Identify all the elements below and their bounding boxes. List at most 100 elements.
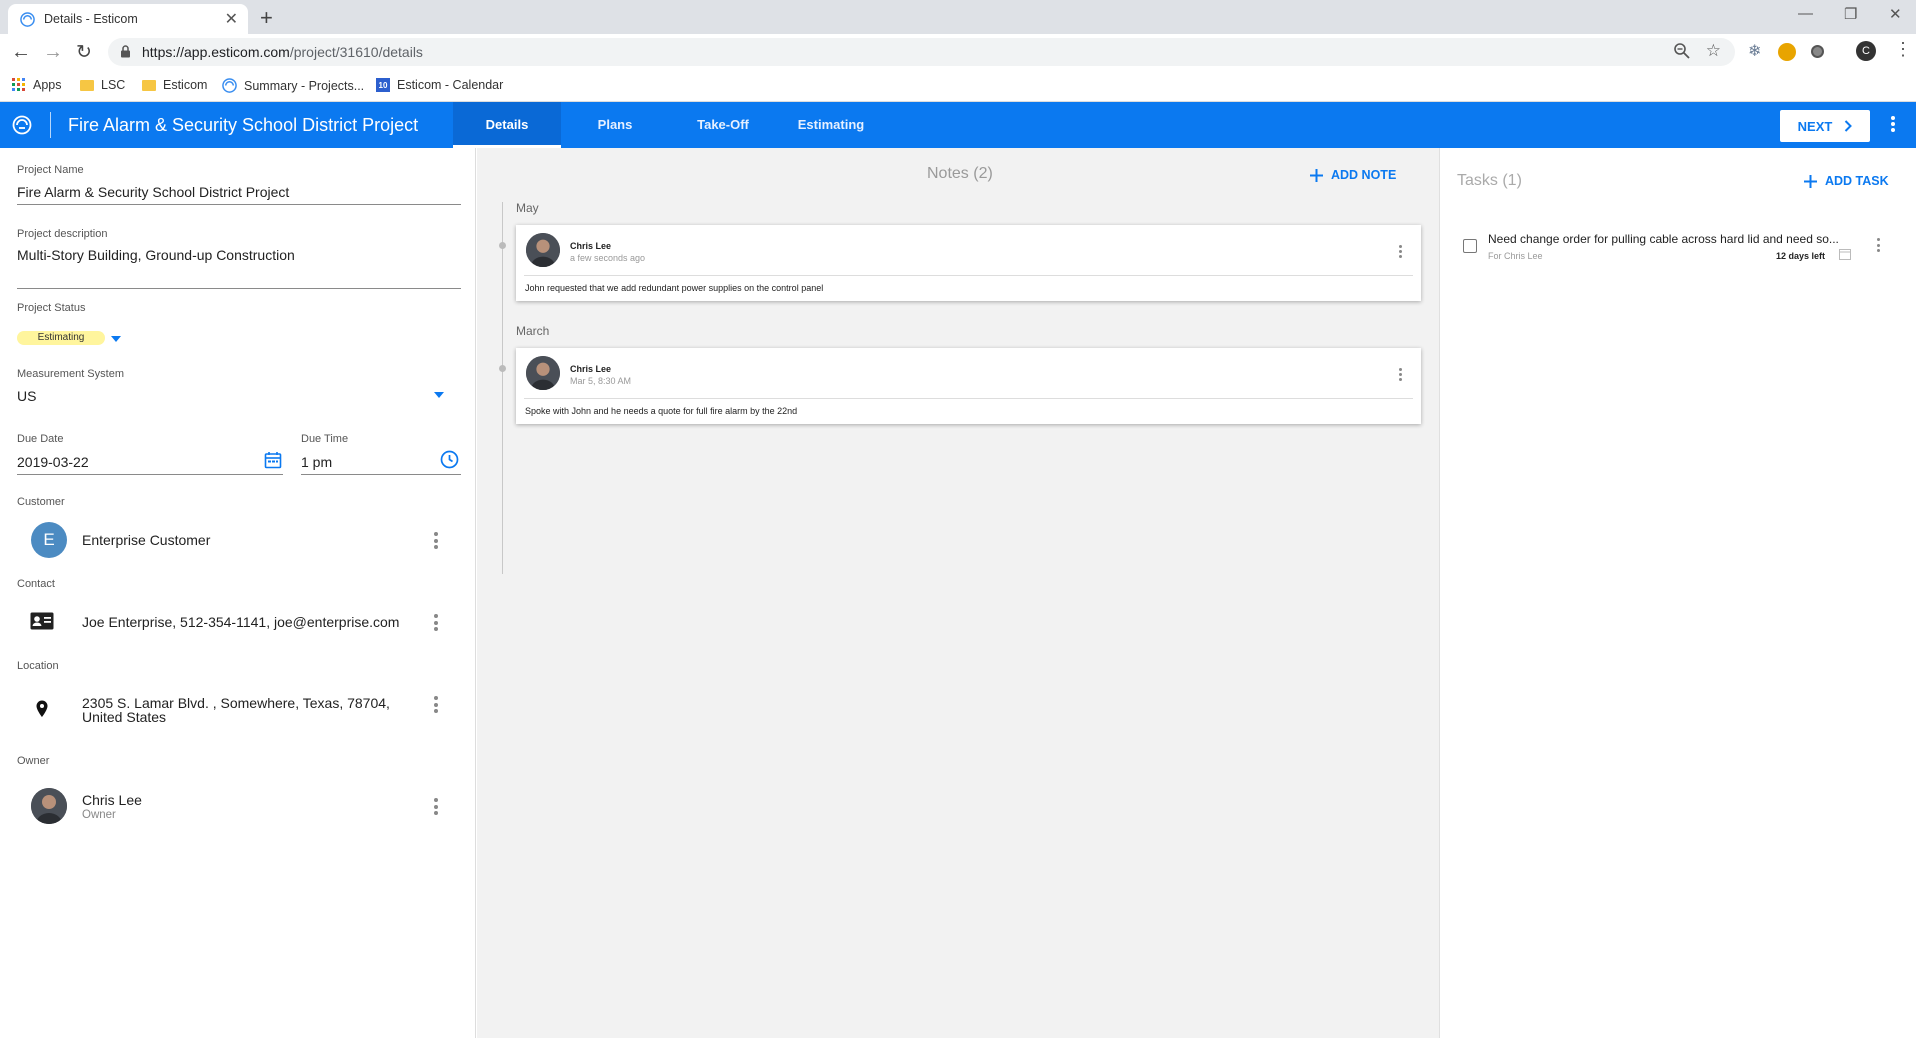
bookmark-summary-projects[interactable]: Summary - Projects... bbox=[222, 78, 364, 93]
status-badge[interactable]: Estimating bbox=[17, 331, 105, 345]
reload-icon[interactable]: ↻ bbox=[76, 41, 92, 64]
location-more-icon[interactable] bbox=[434, 696, 438, 716]
add-note-button[interactable]: ADD NOTE bbox=[1310, 168, 1396, 182]
measurement-system-label: Measurement System bbox=[17, 368, 124, 380]
esticom-icon bbox=[222, 78, 237, 93]
back-arrow-icon[interactable]: ← bbox=[11, 41, 31, 64]
url-text: https://app.esticom.com/project/31610/de… bbox=[142, 44, 423, 60]
project-name-label: Project Name bbox=[17, 164, 84, 176]
tab-details[interactable]: Details bbox=[453, 102, 561, 148]
honey-extension-icon[interactable] bbox=[1778, 43, 1796, 61]
lock-icon bbox=[121, 45, 130, 58]
note-author-avatar bbox=[526, 356, 560, 390]
esticom-logo-icon[interactable] bbox=[12, 115, 32, 135]
profile-avatar[interactable]: C bbox=[1856, 41, 1876, 61]
contact-details[interactable]: Joe Enterprise, 512-354-1141, joe@enterp… bbox=[82, 614, 399, 630]
owner-name[interactable]: Chris Lee bbox=[82, 792, 142, 808]
snowflake-extension-icon[interactable]: ❄ bbox=[1748, 41, 1761, 61]
owner-role: Owner bbox=[82, 809, 116, 821]
tab-take-off[interactable]: Take-Off bbox=[669, 102, 777, 148]
next-button[interactable]: NEXT bbox=[1780, 110, 1870, 142]
bookmark-esticom[interactable]: Esticom bbox=[142, 78, 207, 92]
close-tab-icon[interactable]: ✕ bbox=[225, 9, 238, 29]
new-tab-icon[interactable]: + bbox=[260, 5, 273, 31]
location-label: Location bbox=[17, 660, 59, 672]
timeline-dot bbox=[499, 365, 506, 372]
note-more-icon[interactable] bbox=[1399, 368, 1403, 383]
esticom-favicon-icon bbox=[20, 12, 35, 27]
close-window-icon[interactable]: ✕ bbox=[1889, 5, 1902, 23]
note-card[interactable]: Chris Lee a few seconds ago John request… bbox=[516, 225, 1421, 301]
note-author-avatar bbox=[526, 233, 560, 267]
note-month-label: March bbox=[516, 324, 550, 338]
task-checkbox[interactable] bbox=[1463, 239, 1477, 253]
tab-estimating[interactable]: Estimating bbox=[777, 102, 885, 148]
due-time-underline bbox=[301, 474, 461, 475]
due-time-field[interactable]: 1 pm bbox=[301, 454, 332, 470]
due-date-label: Due Date bbox=[17, 433, 64, 445]
clock-icon[interactable] bbox=[440, 450, 459, 469]
project-description-label: Project description bbox=[17, 228, 108, 240]
address-bar[interactable]: https://app.esticom.com/project/31610/de… bbox=[108, 38, 1735, 66]
calendar-icon[interactable] bbox=[264, 451, 282, 469]
apps-grid-icon bbox=[12, 78, 25, 91]
measurement-system-select[interactable]: US bbox=[17, 388, 36, 404]
bookmarks-bar: Apps LSC Esticom Summary - Projects... 1… bbox=[0, 70, 1916, 102]
task-more-icon[interactable] bbox=[1877, 238, 1881, 255]
header-more-icon[interactable] bbox=[1890, 114, 1896, 134]
due-date-underline bbox=[17, 474, 283, 475]
owner-avatar bbox=[31, 788, 67, 824]
due-date-field[interactable]: 2019-03-22 bbox=[17, 454, 89, 470]
location-address[interactable]: 2305 S. Lamar Blvd. , Somewhere, Texas, … bbox=[82, 696, 390, 724]
status-dropdown-arrow-icon[interactable] bbox=[111, 336, 121, 342]
note-card[interactable]: Chris Lee Mar 5, 8:30 AM Spoke with John… bbox=[516, 348, 1421, 424]
project-name-field[interactable]: Fire Alarm & Security School District Pr… bbox=[17, 184, 289, 200]
project-description-field[interactable]: Multi-Story Building, Ground-up Construc… bbox=[17, 247, 295, 263]
measurement-dropdown-arrow-icon[interactable] bbox=[434, 392, 444, 398]
customer-name[interactable]: Enterprise Customer bbox=[82, 532, 210, 548]
restore-window-icon[interactable]: ❐ bbox=[1844, 5, 1857, 23]
due-time-label: Due Time bbox=[301, 433, 349, 445]
note-text: Spoke with John and he needs a quote for… bbox=[525, 406, 798, 416]
note-more-icon[interactable] bbox=[1399, 245, 1403, 260]
bookmark-apps[interactable]: Apps bbox=[12, 78, 62, 92]
task-calendar-icon[interactable] bbox=[1839, 248, 1851, 260]
notes-title: Notes (2) bbox=[927, 165, 993, 182]
contact-card-icon bbox=[30, 612, 54, 630]
bookmark-star-icon[interactable]: ☆ bbox=[1706, 41, 1721, 61]
note-month-label: May bbox=[516, 201, 539, 215]
project-details-panel: Project Name Fire Alarm & Security Schoo… bbox=[0, 148, 476, 1038]
contact-more-icon[interactable] bbox=[434, 614, 438, 634]
note-divider bbox=[524, 398, 1413, 399]
chevron-right-icon bbox=[1845, 120, 1853, 132]
note-text: John requested that we add redundant pow… bbox=[525, 283, 824, 293]
bookmark-esticom-calendar[interactable]: 10 Esticom - Calendar bbox=[376, 78, 503, 92]
minimize-window-icon[interactable]: — bbox=[1798, 5, 1813, 22]
browser-tab-title: Details - Esticom bbox=[44, 12, 138, 26]
customer-more-icon[interactable] bbox=[434, 532, 438, 552]
bookmark-lsc[interactable]: LSC bbox=[80, 78, 125, 92]
plus-icon bbox=[1310, 168, 1323, 182]
folder-icon bbox=[142, 79, 156, 91]
contact-label: Contact bbox=[17, 578, 55, 590]
tab-plans[interactable]: Plans bbox=[561, 102, 669, 148]
browser-toolbar: ← → ↻ https://app.esticom.com/project/31… bbox=[0, 34, 1916, 70]
forward-arrow-icon[interactable]: → bbox=[43, 41, 63, 64]
task-title[interactable]: Need change order for pulling cable acro… bbox=[1488, 232, 1860, 246]
customer-avatar: E bbox=[31, 522, 67, 558]
header-divider bbox=[50, 112, 51, 138]
folder-icon bbox=[80, 79, 94, 91]
dark-mode-extension-icon[interactable] bbox=[1811, 45, 1824, 58]
zoom-icon[interactable] bbox=[1673, 42, 1691, 60]
app-header: Fire Alarm & Security School District Pr… bbox=[0, 102, 1916, 148]
owner-more-icon[interactable] bbox=[434, 798, 438, 818]
add-task-button[interactable]: ADD TASK bbox=[1804, 174, 1889, 188]
note-divider bbox=[524, 275, 1413, 276]
task-due-status: 12 days left bbox=[1776, 251, 1826, 261]
browser-tab[interactable]: Details - Esticom ✕ bbox=[8, 4, 248, 34]
calendar-icon: 10 bbox=[376, 78, 390, 92]
note-author: Chris Lee bbox=[570, 241, 612, 251]
owner-label: Owner bbox=[17, 755, 50, 767]
browser-tab-strip: Details - Esticom ✕ + — ❐ ✕ bbox=[0, 0, 1916, 34]
browser-menu-icon[interactable]: ⋮ bbox=[1894, 39, 1912, 60]
